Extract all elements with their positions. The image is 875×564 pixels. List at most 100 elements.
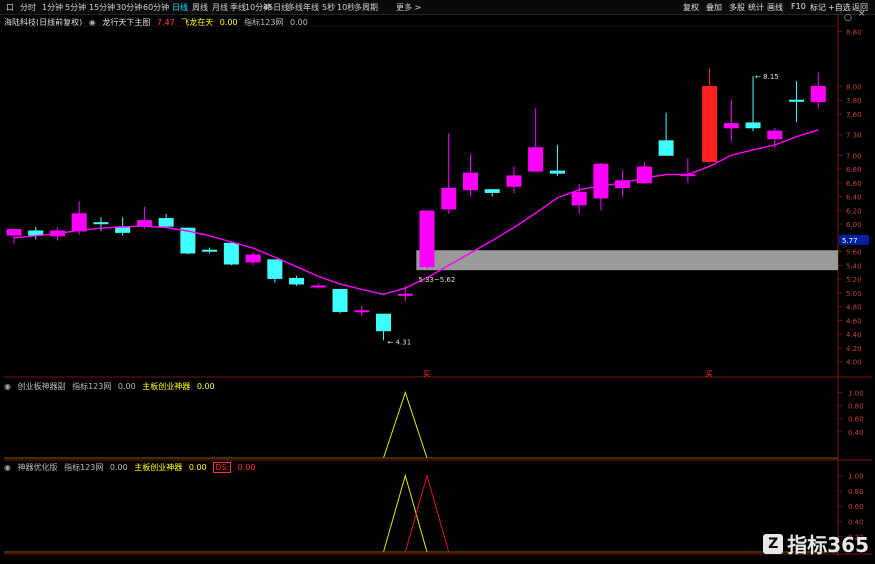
kline-chart[interactable]: 8.80 8.00 7.80 7.60 7.30 7.00 6.80 6.60 6.40 6.20… — [0, 0, 875, 564]
candle-body — [462, 172, 478, 191]
candle-body — [549, 170, 565, 174]
candle-7 — [158, 213, 174, 229]
candle-34 — [745, 76, 761, 132]
candle-12 — [267, 259, 283, 283]
candle-body — [397, 293, 413, 296]
candle-body — [745, 122, 761, 129]
candle-body — [136, 220, 152, 226]
candle-body — [636, 166, 652, 184]
y-tick-label: 7.00 — [846, 152, 862, 160]
y-tick-label: 5.20 — [846, 276, 862, 284]
y-tick-label: 4.40 — [846, 331, 862, 339]
support-zone — [416, 250, 838, 271]
logo-text: 指标365 — [787, 533, 869, 557]
osc-tick-label: 0.40 — [848, 429, 864, 437]
osc-tick-label: 0.60 — [848, 416, 864, 424]
y-tick-label: 8.00 — [846, 83, 862, 91]
candle-body — [245, 254, 261, 263]
candle-23 — [506, 166, 522, 194]
candle-22 — [484, 189, 500, 197]
price-badge-text: 5.77 — [842, 237, 858, 245]
candle-17 — [376, 313, 392, 341]
candle-body — [223, 242, 239, 265]
candle-body — [658, 140, 674, 156]
candle-19 — [419, 210, 435, 269]
y-tick-label: 6.20 — [846, 207, 862, 215]
candle-29 — [636, 162, 652, 185]
candle-15 — [332, 288, 348, 314]
y-tick-label: 4.00 — [846, 359, 862, 367]
candle-32 — [702, 68, 718, 164]
y-tick-label: 6.60 — [846, 180, 862, 188]
osc-tick-label: 0.80 — [848, 488, 864, 496]
candle-body — [354, 310, 370, 313]
buy-signal-2: 买 — [706, 370, 713, 378]
y-tick-label: 4.20 — [846, 345, 862, 353]
candle-body — [267, 259, 283, 279]
candle-body — [702, 85, 718, 162]
osc-tick-label: 1.00 — [848, 390, 864, 398]
candle-body — [810, 85, 826, 103]
osc-tick-label: 1.00 — [848, 473, 864, 481]
logo-mark: Z — [763, 533, 784, 554]
candle-14 — [310, 283, 326, 289]
candle-1 — [28, 226, 44, 240]
candle-body — [28, 230, 44, 236]
candle-body — [789, 99, 805, 102]
candle-body — [158, 218, 174, 227]
candle-33 — [723, 99, 739, 142]
y-tick-label: 5.40 — [846, 262, 862, 270]
osc-tick-label: 0.60 — [848, 503, 864, 511]
y-tick-label: 5.00 — [846, 290, 862, 298]
y-tick-label: 6.80 — [846, 166, 862, 174]
candle-body — [593, 163, 609, 199]
candle-body — [528, 147, 544, 172]
osc-tick-label: 0.80 — [848, 403, 864, 411]
annotations: ← 4.31 ← 8.15 5.33~5.62 买 买 — [388, 73, 779, 378]
candle-body — [376, 313, 392, 332]
candle-body — [289, 277, 305, 285]
candles — [6, 68, 826, 341]
osc-tick-label: 0.40 — [848, 518, 864, 526]
osc-series-1 — [14, 473, 819, 553]
candle-body — [441, 187, 457, 210]
candle-24 — [528, 107, 544, 173]
candle-36 — [789, 80, 805, 123]
oscillator-panel-2: 1.000.800.600.400.20 — [4, 473, 864, 553]
high-price-label: ← 8.15 — [755, 73, 779, 81]
y-tick-label: 6.00 — [846, 221, 862, 229]
candle-body — [6, 229, 22, 236]
candle-body — [93, 222, 109, 225]
candle-16 — [354, 305, 370, 317]
candle-body — [332, 288, 348, 312]
candle-body — [571, 191, 587, 206]
y-tick-label: 4.80 — [846, 304, 862, 312]
candle-9 — [202, 247, 218, 254]
y-tick-label: 8.80 — [846, 28, 862, 36]
candle-body — [419, 210, 435, 268]
candle-body — [506, 175, 522, 187]
candle-body — [723, 123, 739, 129]
y-tick-label: 7.80 — [846, 97, 862, 105]
candle-body — [71, 213, 87, 232]
panel-frames — [4, 14, 872, 556]
candle-0 — [6, 228, 22, 244]
buy-signal-1: 买 — [423, 370, 430, 378]
osc-series-0 — [14, 390, 819, 459]
candle-body — [484, 189, 500, 193]
candle-13 — [289, 275, 305, 286]
candle-body — [767, 130, 783, 140]
low-price-label: ← 4.31 — [388, 338, 412, 346]
zone-price-label: 5.33~5.62 — [418, 276, 455, 284]
price-axis: 8.80 8.00 7.80 7.60 7.30 7.00 6.80 6.60 6.40 6.20… — [838, 28, 869, 367]
oscillator-panel-1: 1.00 0.80 0.60 0.40 — [4, 390, 864, 459]
candle-10 — [223, 241, 239, 266]
candle-20 — [441, 133, 457, 214]
y-tick-label: 7.30 — [846, 132, 862, 140]
candle-11 — [245, 251, 261, 266]
support-zone-rect — [416, 250, 838, 271]
candle-37 — [810, 72, 826, 109]
candle-body — [202, 249, 218, 252]
y-tick-label: 7.60 — [846, 111, 862, 119]
y-tick-label: 4.60 — [846, 317, 862, 325]
